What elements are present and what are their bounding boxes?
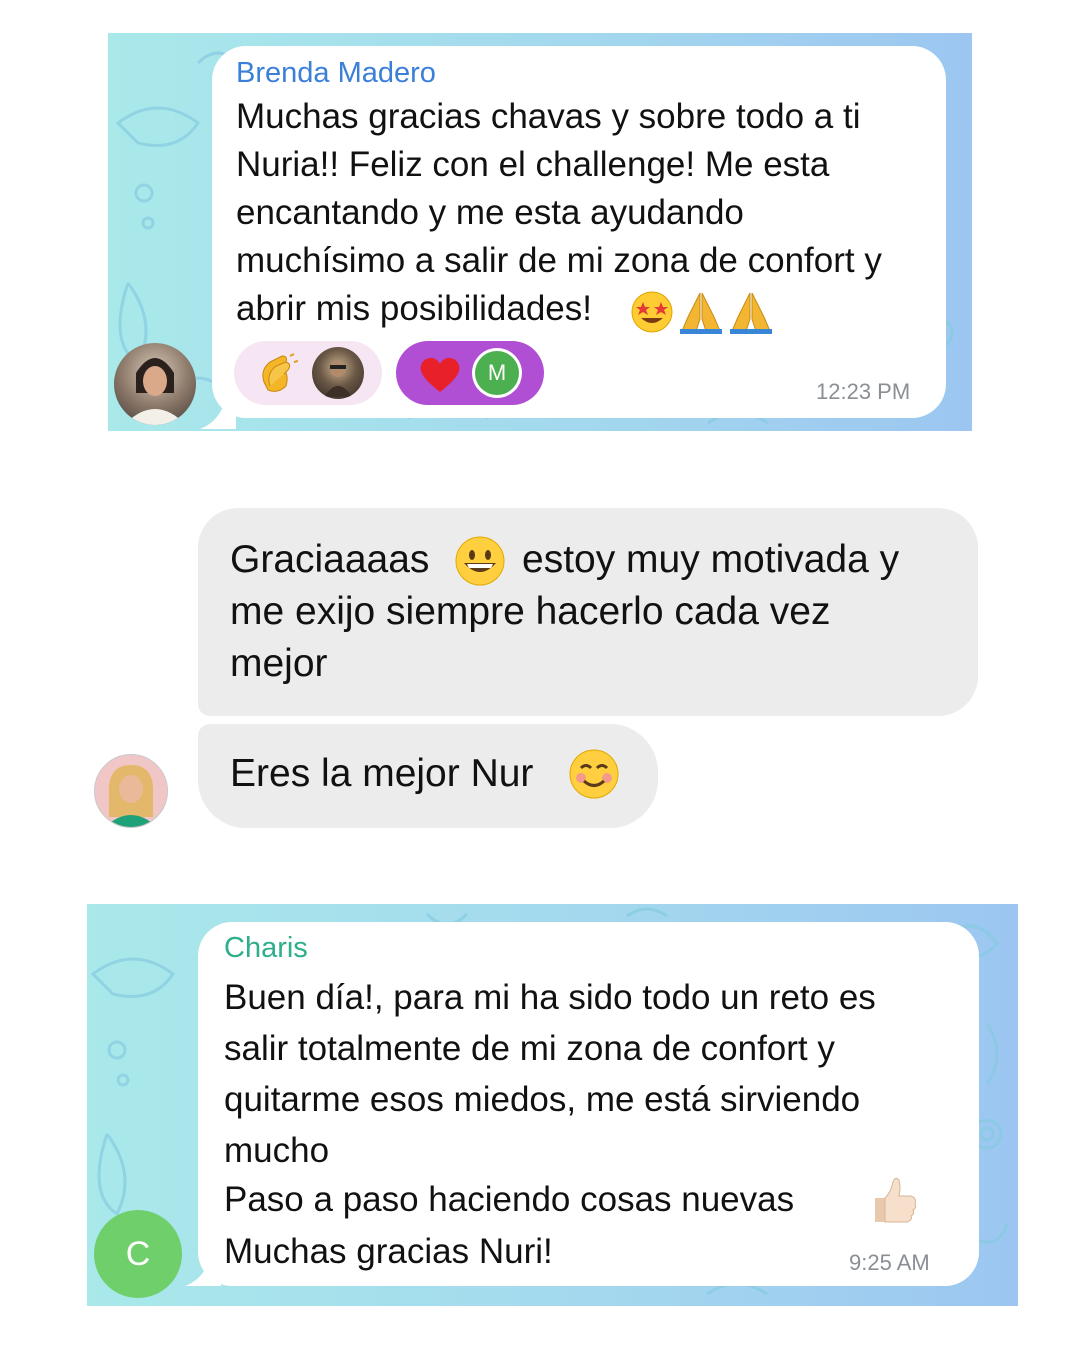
reactor-avatar-m[interactable]: M — [472, 348, 522, 398]
message-timestamp: 9:25 AM — [849, 1250, 930, 1275]
sender-avatar-charis[interactable]: C — [94, 1210, 182, 1298]
message-text-1a: Graciaaaas — [230, 538, 430, 581]
folded-hands-emoji-icon — [730, 292, 772, 334]
reaction-heart[interactable]: M — [396, 341, 544, 405]
chat-panel-charis: Charis Buen día!, para mi ha sido todo u… — [87, 904, 1018, 1306]
message-text-line5: Paso a paso haciendo cosas nuevas — [224, 1180, 795, 1219]
sender-name[interactable]: Charis — [224, 932, 308, 965]
clapping-hands-emoji-icon — [262, 353, 298, 392]
message-text: Muchas gracias chavas y sobre todo a ti … — [236, 97, 882, 328]
avatar-initial: C — [125, 1235, 151, 1273]
grinning-face-emoji-icon — [455, 536, 505, 586]
message-text-1c: me exijo siempre hacerlo cada vez mejor — [230, 590, 831, 685]
message-timestamp: 12:23 PM — [816, 379, 911, 404]
folded-hands-emoji-icon — [680, 292, 722, 334]
sender-name[interactable]: Brenda Madero — [236, 57, 436, 90]
chat-panel-brenda: Brenda Madero Muchas gracias chavas y so… — [108, 33, 972, 431]
message-text-2: Eres la mejor Nur — [230, 752, 534, 795]
sender-avatar-nur[interactable] — [94, 754, 168, 828]
red-heart-emoji-icon — [420, 357, 460, 392]
sender-avatar-brenda[interactable] — [114, 343, 196, 425]
thumbs-up-emoji-icon — [875, 1177, 917, 1223]
star-struck-emoji-icon — [631, 291, 673, 333]
message-text: Buen día!, para mi ha sido todo un reto … — [224, 978, 876, 1170]
message-text-line6: Muchas gracias Nuri! — [224, 1232, 553, 1271]
reactor-avatar[interactable] — [312, 347, 364, 399]
smiling-face-emoji-icon — [569, 749, 619, 799]
message-text-1b: estoy muy motivada y — [522, 538, 900, 581]
reaction-clap[interactable] — [234, 341, 382, 405]
